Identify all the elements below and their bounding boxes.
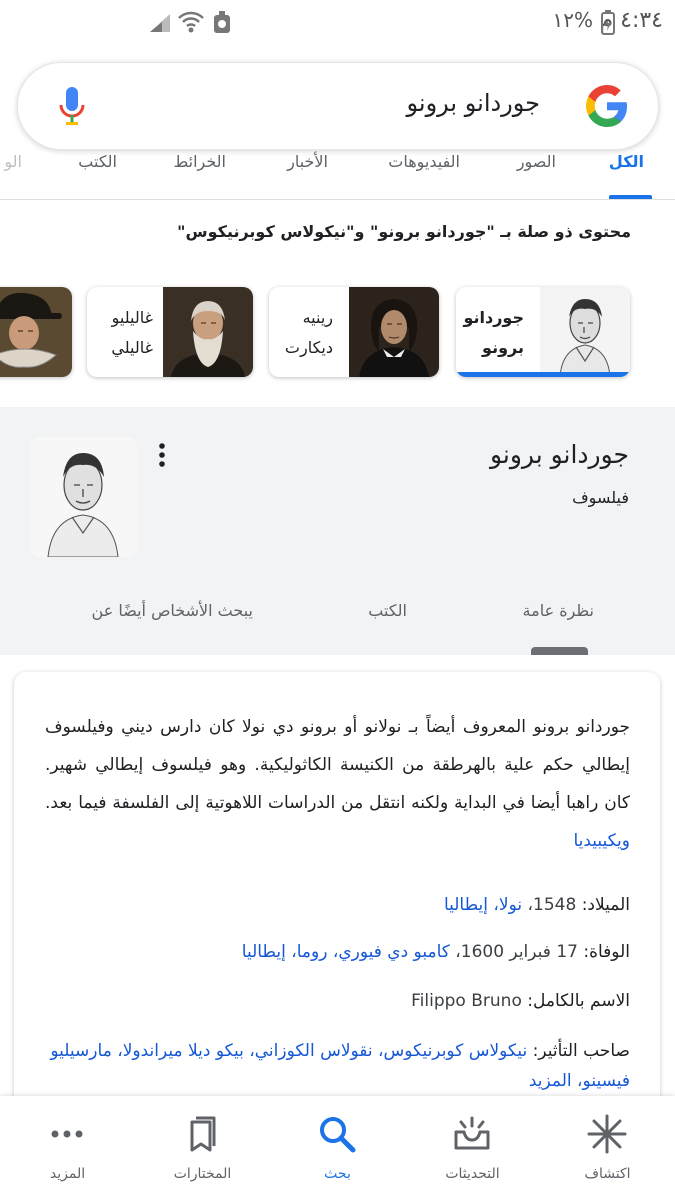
cleaner-icon (212, 10, 232, 38)
panel-portrait[interactable] (30, 437, 137, 557)
fact-full-name: الاسم بالكامل: Filippo Bruno (411, 991, 630, 1011)
birth-place-link[interactable]: نولا، إيطاليا (444, 895, 522, 915)
battery-icon (599, 10, 617, 40)
tab-maps[interactable]: الخرائط (173, 152, 226, 171)
updates-tray-icon (454, 1116, 490, 1150)
nav-collections[interactable]: المختارات (135, 1096, 270, 1200)
description-card: جوردانو برونو المعروف أيضاً بـ نولانو أو… (14, 672, 660, 1112)
card-selected-indicator (456, 372, 630, 377)
panel-active-tab-indicator (531, 647, 588, 655)
search-query[interactable]: جوردانو برونو (407, 89, 540, 117)
search-icon (320, 1117, 356, 1153)
descartes-portrait (349, 287, 439, 377)
more-dots-icon (51, 1130, 83, 1138)
microphone-icon[interactable] (58, 87, 86, 127)
related-card-galileo[interactable]: غاليليو غاليلي (87, 287, 253, 377)
more-options-icon[interactable] (156, 443, 168, 467)
search-box[interactable]: جوردانو برونو (17, 62, 659, 150)
wifi-icon (178, 10, 204, 38)
bookmarks-icon (190, 1116, 216, 1152)
tab-videos[interactable]: الفيديوهات (388, 152, 460, 171)
tab-all[interactable]: الكل (609, 152, 644, 171)
nav-more[interactable]: المزيد (0, 1096, 135, 1200)
search-tabs: الكل الصور الفيديوهات الأخبار الخرائط ال… (0, 148, 675, 200)
related-card-descartes[interactable]: رينيه ديكارت (269, 287, 439, 377)
related-heading: محتوى ذو صلة بـ "جوردانو برونو" و"نيكولا… (177, 222, 631, 241)
divider (0, 199, 675, 200)
tab-images[interactable]: الصور (517, 152, 556, 171)
description-paragraph: جوردانو برونو المعروف أيضاً بـ نولانو أو… (45, 717, 630, 851)
tab-books[interactable]: الكتب (78, 152, 117, 171)
fact-death: الوفاة: 17 فبراير 1600، كامبو دي فيوري، … (241, 942, 630, 962)
nav-search[interactable]: بحث (270, 1096, 405, 1200)
card-label: جوردانو برونو (463, 308, 524, 357)
status-bar: ٤:٣٤ م ١٢% (0, 0, 675, 48)
asterisk-icon (587, 1114, 627, 1154)
bruno-portrait (540, 287, 630, 377)
more-link[interactable]: المزيد (529, 1071, 572, 1091)
card-label: رينيه ديكارت (284, 308, 333, 357)
fact-influenced-by: صاحب التأثير: نيكولاس كوبرنيكوس، نقولاس … (50, 1041, 630, 1091)
panel-tab-overview[interactable]: نظرة عامة (523, 601, 594, 620)
battery-percent: ١٢% (552, 8, 594, 32)
fact-birth: الميلاد: 1548، نولا، إيطاليا (443, 895, 630, 915)
galileo-portrait (163, 287, 253, 377)
nav-updates[interactable]: التحديثات (405, 1096, 540, 1200)
death-place-link[interactable]: كامبو دي فيوري، روما، إيطاليا (242, 942, 450, 962)
portrait-partial (0, 287, 72, 377)
tab-more-clipped[interactable]: الو (0, 152, 22, 171)
tab-news[interactable]: الأخبار (287, 152, 328, 171)
panel-tab-people-also-search[interactable]: يبحث الأشخاص أيضًا عن (92, 601, 253, 620)
google-logo-icon[interactable] (584, 83, 630, 129)
panel-title: جوردانو برونو (489, 440, 629, 469)
signal-icon (148, 12, 172, 38)
panel-tab-books[interactable]: الكتب (368, 601, 407, 620)
wikipedia-link[interactable]: ويكيبيديا (573, 831, 630, 851)
panel-subtitle: فيلسوف (572, 488, 629, 507)
bottom-navigation: اكتشاف التحديثات بحث المختارات المزيد (0, 1096, 675, 1200)
nav-discover[interactable]: اكتشاف (540, 1096, 675, 1200)
related-card-partial[interactable] (0, 287, 72, 377)
related-card-bruno[interactable]: جوردانو برونو (456, 287, 630, 377)
card-label: غاليليو غاليلي (111, 308, 153, 357)
